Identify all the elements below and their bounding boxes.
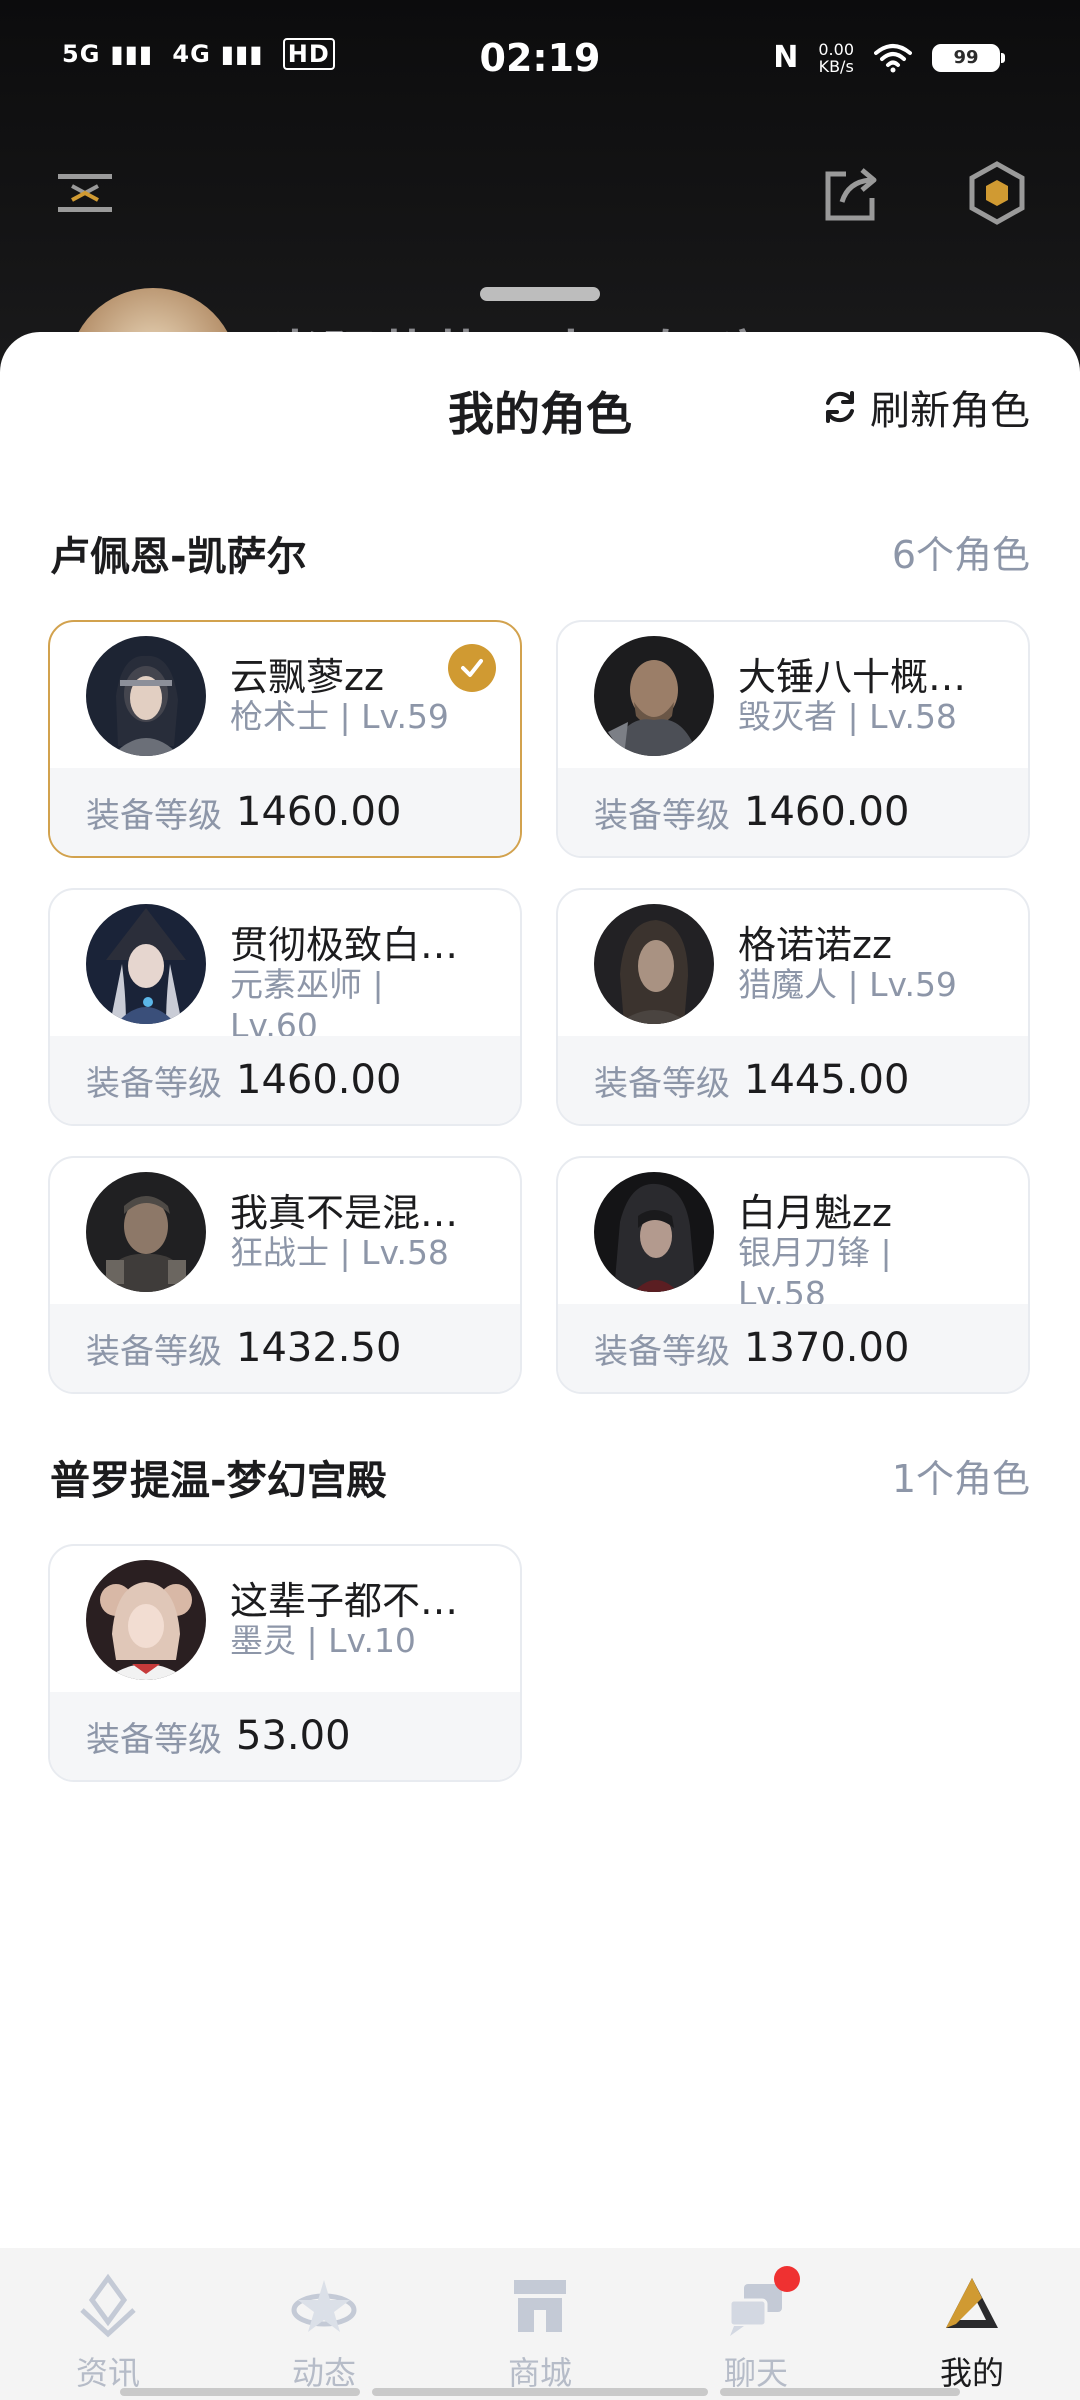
- refresh-icon: [826, 391, 854, 423]
- gear-level-value: 53.00: [236, 1713, 351, 1759]
- gear-level-value: 1460.00: [744, 789, 910, 835]
- news-icon: [80, 2273, 136, 2338]
- character-avatar: [594, 1172, 714, 1292]
- my-characters-sheet: 我的角色 刷新角色 卢佩恩-凯萨尔 6个角色 云飘蓼zz 枪术士 | Lv.59…: [0, 332, 1080, 2252]
- character-name: 大锤八十概…: [738, 655, 967, 699]
- character-class-level: 猎魔人 | Lv.59: [738, 965, 957, 1004]
- net-speed-unit: KB/s: [818, 56, 854, 76]
- gear-level-value: 1460.00: [236, 1057, 402, 1103]
- gear-level-value: 1370.00: [744, 1325, 910, 1371]
- character-card[interactable]: 云飘蓼zz 枪术士 | Lv.59 装备等级 1460.00: [48, 620, 522, 858]
- feed-icon: [291, 2280, 357, 2332]
- character-name: 这辈子都不…: [230, 1579, 459, 1623]
- sheet-drag-handle[interactable]: [480, 287, 600, 301]
- refresh-label: 刷新角色: [870, 388, 1030, 434]
- nav-item-news[interactable]: 资讯: [0, 2248, 216, 2400]
- gear-level-row: 装备等级 1460.00: [50, 1036, 520, 1124]
- bottom-nav: 资讯 动态 商城 聊天 我的: [0, 2248, 1080, 2400]
- character-name: 贯彻极致白…: [230, 923, 459, 967]
- character-class-level: 狂战士 | Lv.58: [230, 1233, 449, 1272]
- settings-hexagon-icon[interactable]: [964, 160, 1030, 226]
- character-card[interactable]: 贯彻极致白… 元素巫师 | Lv.60 装备等级 1460.00: [48, 888, 522, 1126]
- gear-level-label: 装备等级: [86, 795, 222, 836]
- nfc-icon: N: [773, 40, 799, 75]
- system-gesture-bar: [372, 2388, 708, 2396]
- gear-level-label: 装备等级: [86, 1331, 222, 1372]
- character-name: 我真不是混…: [230, 1191, 459, 1235]
- character-avatar: [86, 1172, 206, 1292]
- character-class-level: 银月刀锋 | Lv.58: [738, 1233, 892, 1313]
- battery-icon: 99: [932, 43, 1005, 72]
- server-group-header: 卢佩恩-凯萨尔 6个角色: [50, 524, 1030, 584]
- character-count: 6个角色: [891, 533, 1030, 577]
- share-icon[interactable]: [818, 160, 884, 226]
- battery-level: 99: [953, 47, 979, 68]
- unread-badge: [774, 2266, 800, 2292]
- character-class-level: 枪术士 | Lv.59: [230, 697, 449, 736]
- character-avatar: [86, 636, 206, 756]
- store-icon: [514, 2280, 566, 2332]
- character-avatar: [86, 1560, 206, 1680]
- gear-level-label: 装备等级: [594, 1063, 730, 1104]
- nav-item-profile[interactable]: 我的: [864, 2248, 1080, 2400]
- nav-item-store[interactable]: 商城: [432, 2248, 648, 2400]
- wifi-icon: [874, 43, 912, 72]
- gear-level-row: 装备等级 1445.00: [558, 1036, 1028, 1124]
- server-name: 卢佩恩-凯萨尔: [50, 534, 307, 580]
- gear-level-value: 1460.00: [236, 789, 402, 835]
- server-group-header: 普罗提温-梦幻宫殿 1个角色: [50, 1448, 1030, 1508]
- gear-level-row: 装备等级 53.00: [50, 1692, 520, 1780]
- nav-item-feed[interactable]: 动态: [216, 2248, 432, 2400]
- net-speed-value: 0.00: [818, 39, 854, 59]
- gear-level-row: 装备等级 1432.50: [50, 1304, 520, 1392]
- character-name: 白月魁zz: [738, 1191, 892, 1235]
- gear-level-value: 1432.50: [236, 1325, 402, 1371]
- character-card[interactable]: 白月魁zz 银月刀锋 | Lv.58 装备等级 1370.00: [556, 1156, 1030, 1394]
- gear-level-value: 1445.00: [744, 1057, 910, 1103]
- gear-level-label: 装备等级: [86, 1063, 222, 1104]
- character-name: 格诺诺zz: [738, 923, 892, 967]
- gear-level-row: 装备等级 1460.00: [50, 768, 520, 856]
- character-count: 1个角色: [891, 1457, 1030, 1501]
- character-card[interactable]: 这辈子都不… 墨灵 | Lv.10 装备等级 53.00: [48, 1544, 522, 1782]
- character-class-level: 墨灵 | Lv.10: [230, 1621, 416, 1660]
- system-gesture-bar: [720, 2388, 960, 2396]
- gear-level-label: 装备等级: [594, 1331, 730, 1372]
- selected-check-icon: [448, 644, 496, 692]
- character-class-level: 元素巫师 | Lv.60: [230, 965, 384, 1045]
- character-card[interactable]: 格诺诺zz 猎魔人 | Lv.59 装备等级 1445.00: [556, 888, 1030, 1126]
- gear-level-label: 装备等级: [86, 1719, 222, 1760]
- net-speed: 0.00 KB/s: [818, 41, 854, 75]
- character-card[interactable]: 我真不是混… 狂战士 | Lv.58 装备等级 1432.50: [48, 1156, 522, 1394]
- character-class-level: 毁灭者 | Lv.58: [738, 697, 957, 736]
- character-avatar: [594, 636, 714, 756]
- gear-level-label: 装备等级: [594, 795, 730, 836]
- gear-level-row: 装备等级 1370.00: [558, 1304, 1028, 1392]
- server-name: 普罗提温-梦幻宫殿: [50, 1458, 387, 1504]
- profile-icon: [946, 2278, 998, 2328]
- character-avatar: [86, 904, 206, 1024]
- system-gesture-bar: [120, 2388, 360, 2396]
- gear-level-row: 装备等级 1460.00: [558, 768, 1028, 856]
- nav-item-chat[interactable]: 聊天: [648, 2248, 864, 2400]
- status-bar: 5G ▮▮▮ 4G ▮▮▮ HD 02:19 N 0.00 KB/s 99: [0, 30, 1080, 94]
- character-card[interactable]: 大锤八十概… 毁灭者 | Lv.58 装备等级 1460.00: [556, 620, 1030, 858]
- refresh-characters-button[interactable]: 刷新角色: [820, 378, 1030, 436]
- menu-icon[interactable]: [52, 160, 118, 226]
- character-avatar: [594, 904, 714, 1024]
